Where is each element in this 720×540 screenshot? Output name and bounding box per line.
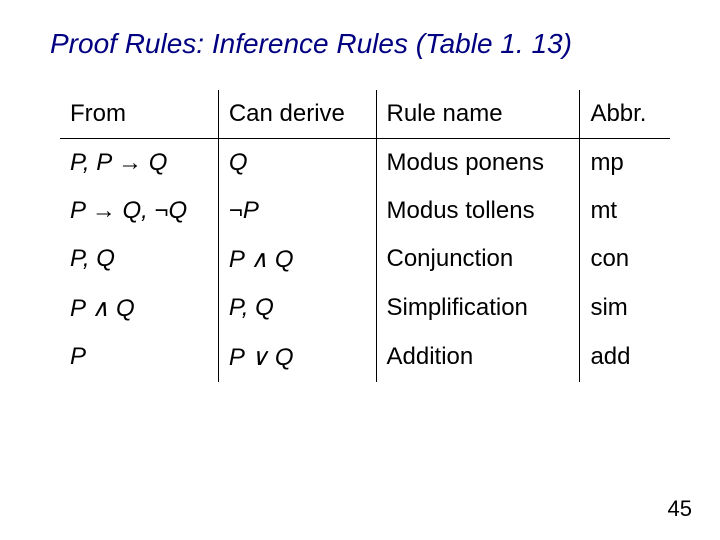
cell-derive: P ∨ Q	[218, 333, 376, 382]
cell-name: Addition	[376, 333, 580, 382]
cell-abbr: add	[580, 333, 670, 382]
cell-abbr: sim	[580, 284, 670, 333]
cell-name: Conjunction	[376, 235, 580, 284]
cell-abbr: mp	[580, 139, 670, 188]
table-row: P ∧ Q P, Q Simplification sim	[60, 284, 670, 333]
col-header-name: Rule name	[376, 90, 580, 139]
cell-from: P	[60, 333, 218, 382]
table-row: P, P → Q Q Modus ponens mp	[60, 139, 670, 188]
cell-name: Simplification	[376, 284, 580, 333]
col-header-abbr: Abbr.	[580, 90, 670, 139]
table-header-row: From Can derive Rule name Abbr.	[60, 90, 670, 139]
inference-rules-table: From Can derive Rule name Abbr. P, P → Q…	[60, 90, 670, 382]
slide-title: Proof Rules: Inference Rules (Table 1. 1…	[50, 28, 680, 60]
cell-name: Modus tollens	[376, 187, 580, 235]
table-row: P, Q P ∧ Q Conjunction con	[60, 235, 670, 284]
col-header-from: From	[60, 90, 218, 139]
cell-derive: P, Q	[218, 284, 376, 333]
cell-derive: Q	[218, 139, 376, 188]
cell-from: P → Q, ¬Q	[60, 187, 218, 235]
cell-name: Modus ponens	[376, 139, 580, 188]
cell-from: P ∧ Q	[60, 284, 218, 333]
cell-from: P, P → Q	[60, 139, 218, 188]
slide: Proof Rules: Inference Rules (Table 1. 1…	[0, 0, 720, 540]
cell-abbr: mt	[580, 187, 670, 235]
table-row: P → Q, ¬Q ¬P Modus tollens mt	[60, 187, 670, 235]
col-header-derive: Can derive	[218, 90, 376, 139]
page-number: 45	[668, 496, 692, 522]
cell-derive: P ∧ Q	[218, 235, 376, 284]
cell-from: P, Q	[60, 235, 218, 284]
cell-abbr: con	[580, 235, 670, 284]
cell-derive: ¬P	[218, 187, 376, 235]
table-row: P P ∨ Q Addition add	[60, 333, 670, 382]
